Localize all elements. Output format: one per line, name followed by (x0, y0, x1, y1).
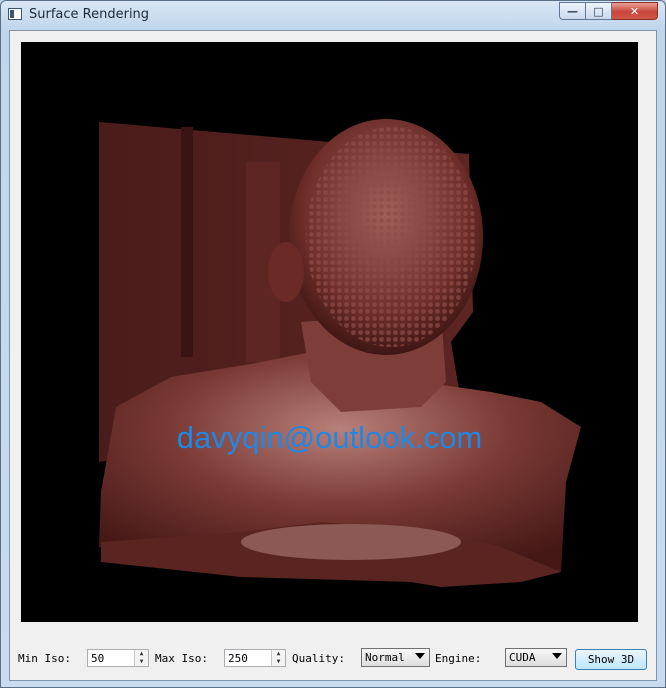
close-button[interactable]: ✕ (612, 2, 658, 20)
chevron-down-icon (552, 653, 562, 659)
engine-label: Engine: (435, 652, 482, 665)
rendered-surface (99, 119, 581, 587)
spin-down-icon[interactable]: ▼ (135, 658, 148, 666)
maximize-icon: □ (593, 4, 604, 18)
engine-value: CUDA (509, 651, 536, 664)
quality-label: Quality: (292, 652, 345, 665)
quality-dropdown[interactable]: Normal (361, 648, 430, 667)
app-icon (8, 8, 22, 20)
ear-surface (268, 242, 304, 302)
quality-value: Normal (365, 651, 405, 664)
head-texture (306, 127, 476, 347)
window-title: Surface Rendering (29, 7, 150, 22)
max-iso-spinbox[interactable]: 250 ▲ ▼ (224, 649, 286, 667)
render-viewport[interactable]: davyqin@outlook.com (21, 42, 638, 622)
minimize-icon: — (567, 4, 578, 18)
show-3d-button[interactable]: Show 3D (575, 649, 647, 670)
min-iso-spinbox[interactable]: 50 ▲ ▼ (87, 649, 149, 667)
slab-column (181, 127, 193, 357)
spin-up-icon[interactable]: ▲ (135, 650, 148, 658)
spin-down-icon[interactable]: ▼ (272, 658, 285, 666)
app-window: Surface Rendering — □ ✕ davyqin@outlook.… (0, 0, 666, 688)
title-bar[interactable]: Surface Rendering — □ ✕ (1, 1, 665, 29)
close-icon: ✕ (629, 4, 640, 18)
max-iso-value: 250 (228, 652, 248, 665)
caption-buttons: — □ ✕ (559, 2, 658, 21)
base-cavity (241, 524, 461, 560)
max-iso-label: Max Iso: (155, 652, 208, 665)
min-iso-value: 50 (91, 652, 105, 665)
minimize-button[interactable]: — (559, 2, 586, 20)
watermark-text: davyqin@outlook.com (176, 420, 483, 455)
max-iso-spin-arrows[interactable]: ▲ ▼ (271, 650, 285, 666)
control-bar: Min Iso: 50 ▲ ▼ Max Iso: 250 ▲ ▼ Quality… (10, 631, 656, 671)
min-iso-spin-arrows[interactable]: ▲ ▼ (134, 650, 148, 666)
spin-up-icon[interactable]: ▲ (272, 650, 285, 658)
chevron-down-icon (415, 653, 425, 659)
maximize-button[interactable]: □ (586, 2, 612, 20)
client-area: davyqin@outlook.com Min Iso: 50 ▲ ▼ Max … (9, 30, 657, 681)
engine-dropdown[interactable]: CUDA (505, 648, 567, 667)
min-iso-label: Min Iso: (18, 652, 71, 665)
